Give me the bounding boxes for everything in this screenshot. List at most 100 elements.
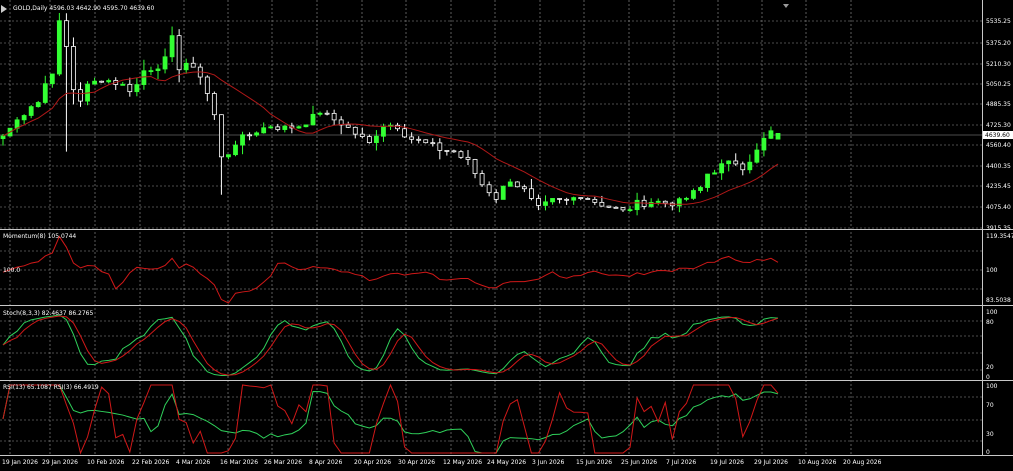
candle-body[interactable] [211,93,217,116]
candle-body[interactable] [275,126,281,130]
candle-body[interactable] [176,35,182,71]
candle-body[interactable] [423,139,429,144]
candle-body[interactable] [761,137,767,151]
candle-body[interactable] [592,198,598,203]
candle-body[interactable] [345,124,351,128]
candle-body[interactable] [296,126,302,129]
candle-body[interactable] [226,154,231,158]
candle-body[interactable] [705,173,710,188]
candle-body[interactable] [169,35,175,58]
candle-body[interactable] [162,56,168,70]
candle-body[interactable] [120,83,126,86]
candle-body[interactable] [28,106,34,116]
candle-body[interactable] [564,198,570,201]
candle-body[interactable] [331,112,337,121]
candle-body[interactable] [507,181,513,187]
candle-body[interactable] [472,159,478,174]
candle-body[interactable] [712,172,717,175]
candle-body[interactable] [662,200,668,204]
candle-body[interactable] [247,134,252,137]
candle-body[interactable] [71,46,76,91]
candle-body[interactable] [99,80,105,83]
candle-body[interactable] [578,197,584,199]
candle-body[interactable] [768,130,774,139]
candle-body[interactable] [374,135,379,144]
candle-body[interactable] [493,192,499,200]
candle-body[interactable] [49,73,55,85]
candle-body[interactable] [0,135,6,139]
candle-body[interactable] [233,144,238,156]
candle-body[interactable] [733,160,739,165]
candle-body[interactable] [219,114,224,158]
candle-body[interactable] [465,156,471,160]
candle-body[interactable] [190,62,196,68]
candle-body[interactable] [726,160,732,165]
candle-body[interactable] [620,207,626,211]
candle-body[interactable] [571,197,577,201]
chart-canvas[interactable]: GOLD,Daily 4596.03 4642.90 4595.70 4639.… [0,0,1013,467]
candle-body[interactable] [775,133,781,140]
candle-body[interactable] [56,20,62,75]
candle-body[interactable] [381,125,386,137]
candle-body[interactable] [557,198,562,200]
candle-body[interactable] [78,89,83,102]
candle-body[interactable] [747,161,753,171]
candle-body[interactable] [529,188,534,199]
candle-body[interactable] [106,80,112,83]
candle-body[interactable] [204,76,210,94]
candle-body[interactable] [92,80,97,85]
candle-body[interactable] [599,201,605,207]
candle-body[interactable] [317,112,323,115]
candle-body[interactable] [416,138,422,141]
candle-body[interactable] [514,181,520,188]
candle-body[interactable] [536,198,541,206]
candle-body[interactable] [691,190,696,199]
candle-body[interactable] [268,126,274,129]
candle-body[interactable] [479,173,485,186]
candle-body[interactable] [550,198,555,203]
candle-body[interactable] [310,113,316,126]
candle-body[interactable] [35,102,41,108]
candle-body[interactable] [486,184,492,194]
candle-body[interactable] [437,142,443,151]
candle-body[interactable] [324,112,330,115]
candle-body[interactable] [134,84,140,93]
candle-body[interactable] [754,149,760,163]
candle-body[interactable] [543,201,548,206]
candle-body[interactable] [183,62,189,71]
candle-body[interactable] [634,199,640,211]
candle-body[interactable] [719,163,725,174]
candle-body[interactable] [740,163,746,171]
candle-body[interactable] [127,83,133,93]
candle-body[interactable] [155,68,161,72]
candle-body[interactable] [606,205,612,208]
candle-body[interactable] [352,126,358,135]
candle-body[interactable] [366,136,372,144]
candle-body[interactable] [444,150,450,152]
candle-body[interactable] [458,151,464,158]
candle-body[interactable] [359,133,365,137]
candle-body[interactable] [64,20,69,47]
candle-body[interactable] [698,187,703,191]
candle-body[interactable] [42,83,48,103]
candle-body[interactable] [409,136,415,140]
candle-body[interactable] [613,206,619,209]
candle-body[interactable] [282,125,288,130]
candle-body[interactable] [500,185,506,200]
candle-body[interactable] [240,134,245,146]
trading-chart-window[interactable]: GOLD,Daily 4596.03 4642.90 4595.70 4639.… [0,0,1013,467]
candle-body[interactable] [148,70,154,73]
candle-body[interactable] [684,197,689,200]
candle-body[interactable] [303,124,309,128]
candle-body[interactable] [451,150,457,153]
candle-body[interactable] [430,142,436,145]
candle-body[interactable] [402,128,407,138]
candle-body[interactable] [254,132,260,136]
candle-body[interactable] [627,209,633,212]
candle-body[interactable] [585,198,591,200]
candle-body[interactable] [21,115,27,121]
candle-body[interactable] [655,200,661,203]
candle-body[interactable] [521,186,527,190]
candle-body[interactable] [141,70,147,85]
candle-body[interactable] [261,127,267,134]
